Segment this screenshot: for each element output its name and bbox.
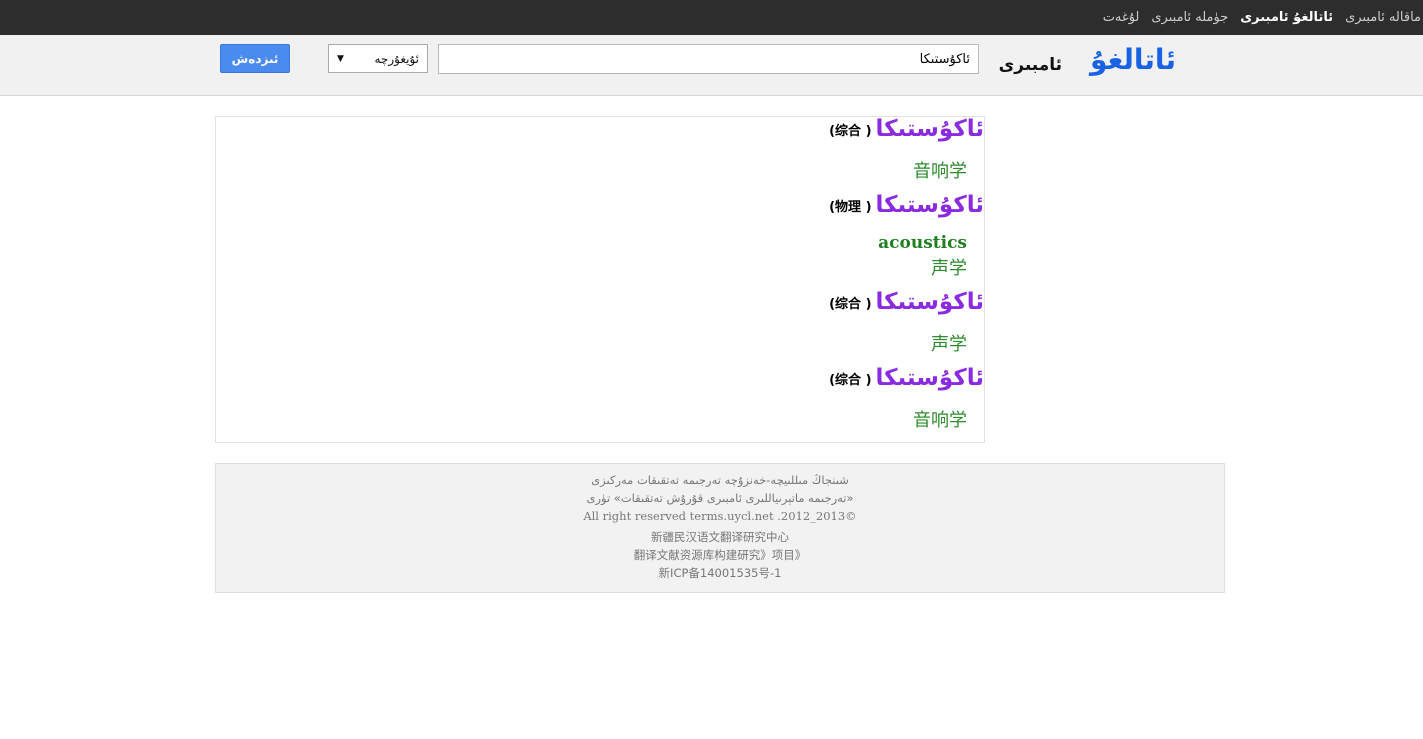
nav-link-dictionary[interactable]: لۇغەت	[1103, 10, 1140, 25]
footer-line: 翻译文献资源库构建研究》项目》	[633, 548, 807, 562]
result-category: ( 物理)	[829, 199, 872, 215]
result-term[interactable]: ئاكۇستىكا	[876, 290, 984, 314]
search-button[interactable]: ئىزدەش	[220, 44, 290, 73]
result-category: ( 综合)	[829, 123, 872, 139]
result-translation: 音响学	[913, 410, 967, 431]
result-heading: ئاكۇستىكا ( 综合)	[829, 117, 984, 141]
result-term[interactable]: ئاكۇستىكا	[876, 117, 984, 141]
top-nav-links: لۇغەت جۈملە ئامبىرى ئاتالغۇ ئامبىرى ماقا…	[1103, 0, 1421, 35]
top-nav-bar: لۇغەت جۈملە ئامبىرى ئاتالغۇ ئامبىرى ماقا…	[0, 0, 1423, 35]
result-english: acoustics	[878, 233, 967, 253]
footer: شىنجاڭ مىللىيچە-خەنزۇچە تەرجىمە تەتقىقات…	[215, 463, 1225, 593]
search-input[interactable]	[438, 44, 979, 74]
result-term[interactable]: ئاكۇستىكا	[876, 193, 984, 217]
search-header: ئاتالغۇ ئامبىرى ▼ ئۇيغۇرچە ئىزدەش	[0, 35, 1423, 96]
result-term[interactable]: ئاكۇستىكا	[876, 366, 984, 390]
result-heading: ئاكۇستىكا ( 物理)	[829, 193, 984, 217]
site-logo-subtitle: ئامبىرى	[998, 55, 1062, 75]
result-translation: 声学	[931, 258, 967, 279]
results-panel: ئاكۇستىكا ( 综合) 音响学 ئاكۇستىكا ( 物理) acou…	[215, 116, 985, 443]
language-select-value: ئۇيغۇرچە	[374, 51, 419, 66]
language-select[interactable]: ▼ ئۇيغۇرچە	[328, 44, 428, 73]
result-category: ( 综合)	[829, 296, 872, 312]
site-logo[interactable]: ئاتالغۇ	[1090, 43, 1176, 76]
nav-link-sentence-library[interactable]: جۈملە ئامبىرى	[1151, 10, 1228, 25]
dropdown-arrow-icon: ▼	[337, 53, 344, 64]
nav-link-article-library[interactable]: ماقالە ئامبىرى	[1345, 10, 1421, 25]
footer-line: 新疆民汉语文翻译研究中心	[651, 530, 789, 544]
footer-line: «تەرجىمە ماتېرىياللىرى ئامبىرى قۇرۇش تەت…	[586, 491, 854, 505]
result-category: ( 综合)	[829, 372, 872, 388]
result-translation: 音响学	[913, 161, 967, 182]
result-heading: ئاكۇستىكا ( 综合)	[829, 290, 984, 314]
footer-line: شىنجاڭ مىللىيچە-خەنزۇچە تەرجىمە تەتقىقات…	[591, 473, 849, 487]
footer-copyright: All right reserved terms.uycl.net .2012_…	[583, 509, 857, 523]
result-translation: 声学	[931, 334, 967, 355]
result-heading: ئاكۇستىكا ( 综合)	[829, 366, 984, 390]
nav-link-term-library[interactable]: ئاتالغۇ ئامبىرى	[1240, 10, 1333, 25]
footer-icp-link[interactable]: 新ICP备14001535号-1	[216, 565, 1224, 581]
